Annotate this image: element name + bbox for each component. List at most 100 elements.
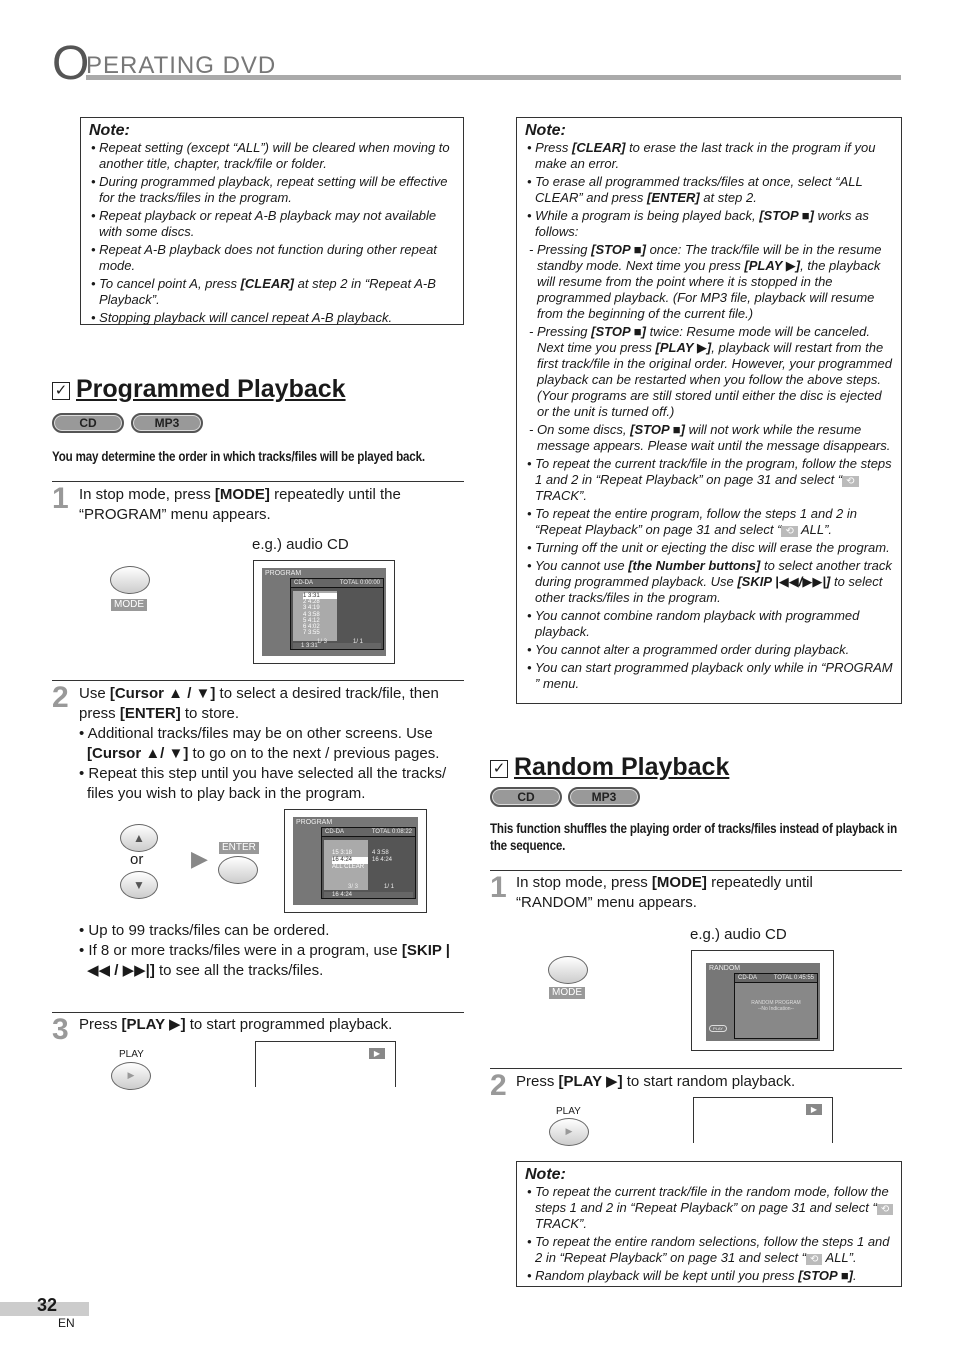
note-item: - Pressing [STOP ■] once: The track/file… <box>529 242 882 321</box>
step-3-text: Press [PLAY ▶] to start programmed playb… <box>79 1016 393 1033</box>
button-name: [MODE] <box>651 874 707 891</box>
program-entry: 4 3:58 <box>372 850 389 856</box>
note-item: • You cannot alter a programmed order du… <box>527 642 850 657</box>
note-item: • To repeat the current track/file in th… <box>527 456 892 503</box>
programmed-lead: You may determine the order in which tra… <box>52 449 425 464</box>
bullet: • Up to 99 tracks/files can be ordered. <box>79 922 330 939</box>
enter-label: ENTER <box>219 842 259 854</box>
header-initial: O <box>52 37 90 90</box>
note-item: • You can start programmed playback only… <box>527 660 893 691</box>
mode-label: MODE <box>111 599 147 611</box>
total-time: TOTAL 0:00:00 <box>339 580 380 586</box>
mp3-badge: MP3 <box>131 413 203 433</box>
play-label: PLAY <box>119 1049 144 1060</box>
mode-button-icon <box>548 956 588 984</box>
random-playback-heading: ✓ Random Playback <box>490 752 729 782</box>
all-clear-option: ALL CLEAR <box>332 864 365 870</box>
button-name: [the Number buttons] <box>628 558 761 573</box>
programmed-playback-heading: ✓ Programmed Playback <box>52 374 346 404</box>
screen-title: RANDOM <box>709 965 741 972</box>
play-button-icon: ▶ <box>549 1118 589 1146</box>
page-right: 1/ 1 <box>384 884 395 890</box>
step-number: 3 <box>52 1013 69 1046</box>
button-name: [ENTER] <box>647 190 700 205</box>
program-screen-2: PROGRAM CD-DA TOTAL 0:08:22 15 3:18 16 4:… <box>284 809 427 913</box>
note-title: Note: <box>525 122 566 139</box>
page-number: 32 <box>37 1295 58 1315</box>
note-item: • Stopping playback will cancel repeat A… <box>91 310 393 325</box>
button-name: [CLEAR] <box>240 276 295 291</box>
example-label: e.g.) audio CD <box>690 926 787 943</box>
button-name: [STOP ■] <box>591 324 646 339</box>
track-row: 7 3:55 <box>303 630 320 637</box>
random-screen: RANDOM CD-DA TOTAL 0:45:55 RANDOM PROGRAM… <box>691 950 834 1051</box>
divider <box>52 1012 464 1013</box>
note-item: • To repeat the entire program, follow t… <box>527 506 857 537</box>
program-entry: 16 4:24 <box>372 857 393 863</box>
or-label: or <box>130 851 144 868</box>
checkbox-icon: ✓ <box>490 760 508 778</box>
status-line: 1 3:31 <box>293 643 381 649</box>
total-time: TOTAL 0:08:22 <box>371 829 412 835</box>
note-item: • To erase all programmed tracks/files a… <box>527 174 863 205</box>
button-name: [Cursor ▲/ ▼] <box>87 745 189 762</box>
repeat-icon: ⟲ <box>781 526 798 537</box>
note-item: • To repeat the entire random selections… <box>527 1234 890 1265</box>
note-item: • You cannot combine random playback wit… <box>527 608 860 639</box>
note-box-repeat: Note: • Repeat setting (except “ALL”) wi… <box>80 117 464 325</box>
step-2-line: Use [Cursor ▲ / ▼] to select a desired t… <box>79 685 439 722</box>
track-row-selected: 16 4:24 <box>332 857 368 864</box>
note-item: • To cancel point A, press [CLEAR] at st… <box>91 276 436 307</box>
note-title: Note: <box>89 122 130 139</box>
note-item: - Pressing [STOP ■] twice: Resume mode w… <box>529 324 892 419</box>
button-name: [STOP ■] <box>630 422 685 437</box>
bullet: • If 8 or more tracks/files were in a pr… <box>79 942 450 979</box>
button-name: [STOP ■] <box>798 1268 854 1283</box>
mode-label: MODE <box>549 987 585 999</box>
note-item: • While a program is being played back, … <box>527 208 869 239</box>
disc-type: CD-DA <box>738 975 757 981</box>
example-label: e.g.) audio CD <box>252 536 349 553</box>
note-item: - On some discs, [STOP ■] will not work … <box>529 422 891 453</box>
note-item: • Turning off the unit or ejecting the d… <box>527 540 890 555</box>
program-screen-1: PROGRAM CD-DA TOTAL 0:00:00 1 3:31 2 4:28 3… <box>253 560 395 664</box>
disc-type: CD-DA <box>325 829 344 835</box>
play-indicator-icon: ▶ <box>369 1048 385 1059</box>
note-box-random: Note: • To repeat the current track/file… <box>516 1161 902 1287</box>
random-submessage: --No Indication-- <box>758 1006 794 1012</box>
cursor-up-button-icon: ▲ <box>120 824 158 852</box>
section-title: Programmed Playback <box>76 375 346 403</box>
play-key-hint: PLAY <box>709 1025 727 1032</box>
status-line: 16 4:24 <box>324 892 413 898</box>
page-left: 3/ 3 <box>348 884 359 890</box>
repeat-icon: ⟲ <box>842 476 859 487</box>
screen-title: PROGRAM <box>265 570 302 577</box>
button-name: [STOP ■] <box>759 208 814 223</box>
play-indicator-icon: ▶ <box>806 1104 822 1115</box>
note-item: • You cannot use [the Number buttons] to… <box>527 558 892 605</box>
note-item: • To repeat the current track/file in th… <box>525 1184 895 1232</box>
cd-badge: CD <box>52 413 124 433</box>
note-title: Note: <box>525 1166 566 1183</box>
step-1-text: In stop mode, press [MODE] repeatedly un… <box>79 486 401 523</box>
step-2-notes: • Up to 99 tracks/files can be ordered. … <box>79 921 464 981</box>
note-item: • Repeat A-B playback does not function … <box>91 242 437 273</box>
button-name: [STOP ■] <box>591 242 646 257</box>
enter-button-icon <box>218 856 258 884</box>
note-item: • During programmed playback, repeat set… <box>91 174 448 205</box>
repeat-icon: ⟲ <box>806 1254 823 1265</box>
arrow-right-icon: ▶ <box>191 846 208 871</box>
header-bar <box>86 75 901 80</box>
play-label: PLAY <box>556 1106 581 1117</box>
button-name: [MODE] <box>214 486 270 503</box>
play-button-icon: ▶ <box>111 1062 151 1090</box>
tv-display: ▶ <box>693 1097 833 1143</box>
tv-display: ▶ <box>255 1041 396 1087</box>
disc-type: CD-DA <box>294 580 313 586</box>
mp3-badge: MP3 <box>568 787 640 807</box>
language-code: EN <box>58 1316 75 1330</box>
note-item: • Repeat setting (except “ALL”) will be … <box>91 140 450 171</box>
note-item: • Press [CLEAR] to erase the last track … <box>527 140 876 171</box>
step-2-bullet: • Repeat this step until you have select… <box>79 765 447 802</box>
checkbox-icon: ✓ <box>52 382 70 400</box>
